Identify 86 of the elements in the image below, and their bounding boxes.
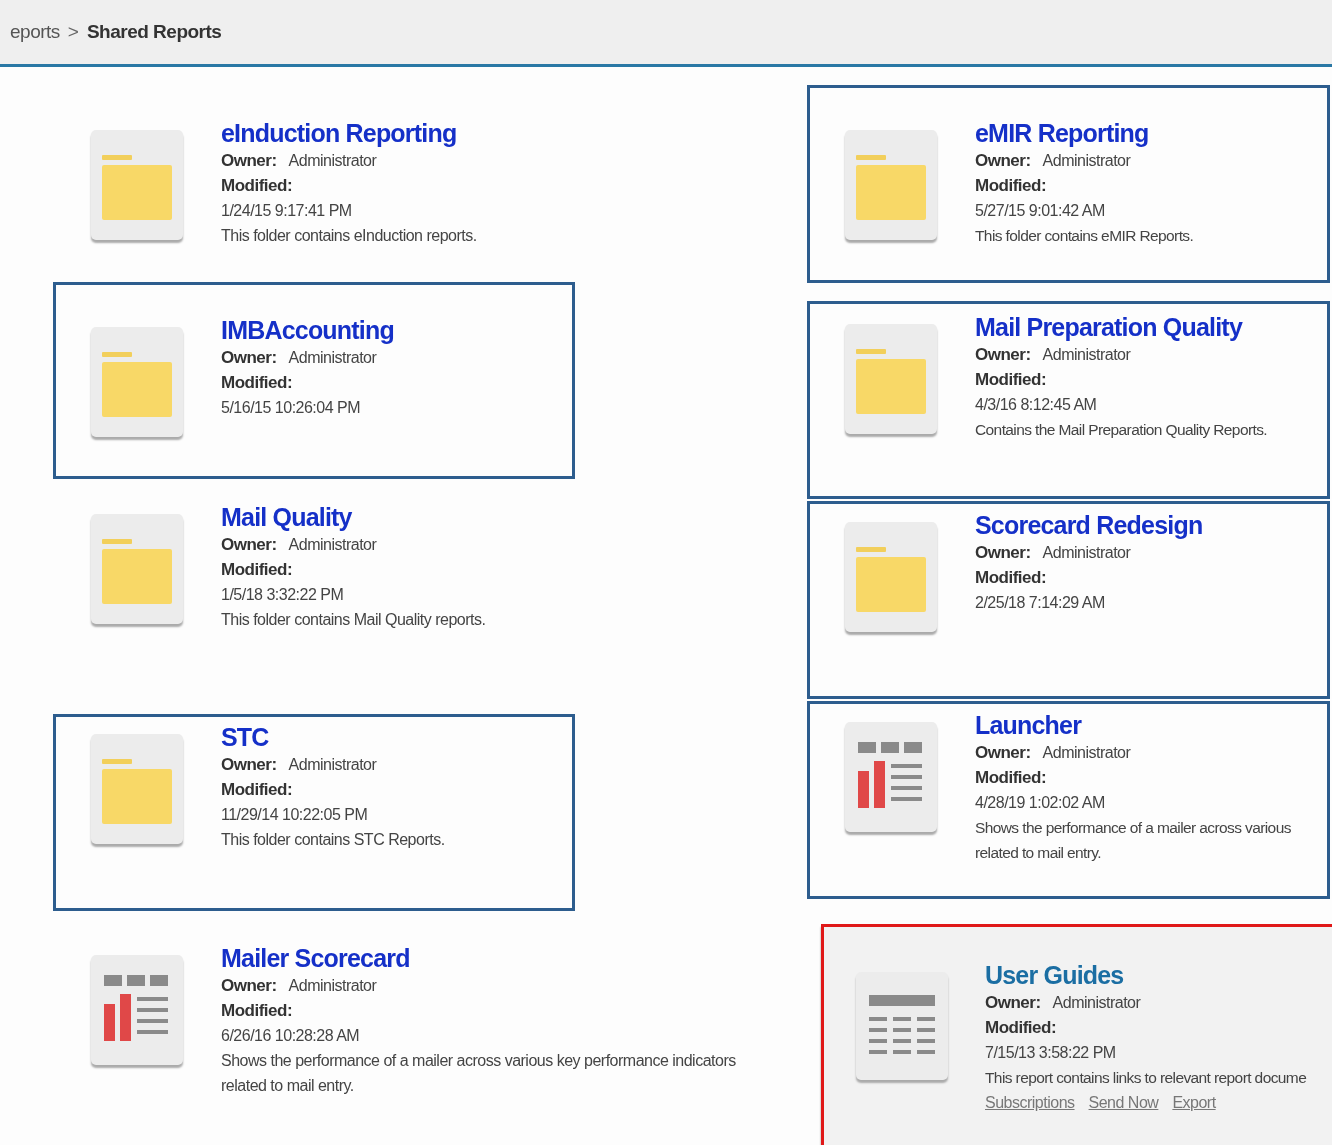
modified-date: 1/5/18 3:32:22 PM <box>221 585 344 605</box>
folder-icon[interactable] <box>845 324 937 434</box>
modified-date: 2/25/18 7:14:29 AM <box>975 593 1105 613</box>
report-title-link[interactable]: Launcher <box>975 710 1082 740</box>
action-link[interactable]: Export <box>1172 1090 1216 1115</box>
chart-report-icon[interactable] <box>91 955 183 1065</box>
action-link[interactable]: Send Now <box>1088 1090 1159 1115</box>
report-card[interactable]: Scorecard Redesign Owner: Administrator Modified: 2/25/18 7:14:29 AM <box>807 501 1330 699</box>
description-text: related to mail entry. <box>975 843 1102 863</box>
owner-label: Owner: <box>985 992 1041 1014</box>
modified-date: 6/26/16 10:28:28 AM <box>221 1026 360 1046</box>
owner-label: Owner: <box>221 534 277 556</box>
report-card[interactable]: STC Owner: Administrator Modified: 11/29/14 10:22:05 PM This folder contains STC Reports. <box>53 714 575 911</box>
description-text: This folder contains eMIR Reports. <box>975 226 1194 246</box>
modified-label: Modified: <box>221 1000 293 1022</box>
folder-icon[interactable] <box>845 522 937 632</box>
description-text: Contains the Mail Preparation Quality Reports. <box>975 420 1268 440</box>
folder-icon[interactable] <box>91 327 183 437</box>
owner-label: Owner: <box>221 975 277 997</box>
report-title-link[interactable]: eMIR Reporting <box>975 118 1149 148</box>
report-card[interactable]: Mail Preparation Quality Owner: Administrator Modified: 4/3/16 8:12:45 AM Contains the Mail Preparation Quality Reports. <box>807 301 1330 499</box>
description-text: This report contains links to relevant report docume <box>985 1068 1307 1088</box>
modified-label: Modified: <box>221 372 293 394</box>
folder-icon[interactable] <box>91 514 183 624</box>
report-title-link[interactable]: eInduction Reporting <box>221 118 457 148</box>
modified-label: Modified: <box>221 559 293 581</box>
report-title-link[interactable]: Scorecard Redesign <box>975 510 1203 540</box>
modified-label: Modified: <box>221 175 293 197</box>
owner-label: Owner: <box>221 347 277 369</box>
modified-date: 11/29/14 10:22:05 PM <box>221 805 368 825</box>
owner-name: Administrator <box>288 348 377 368</box>
report-title-link[interactable]: STC <box>221 722 269 752</box>
folder-icon[interactable] <box>91 130 183 240</box>
report-card[interactable]: User Guides Owner: Administrator Modified: 7/15/13 3:58:22 PM This report contains links to relevant report docume Subscriptions Send Now Export <box>821 924 1332 1145</box>
description-text: Shows the performance of a mailer across various <box>975 818 1291 838</box>
owner-name: Administrator <box>1042 151 1131 171</box>
breadcrumb-link[interactable]: Shared Reports <box>86 21 222 43</box>
description-text: This folder contains Mail Quality reports. <box>221 610 486 630</box>
action-link[interactable]: Subscriptions <box>985 1090 1075 1115</box>
modified-date: 4/3/16 8:12:45 AM <box>975 395 1097 415</box>
owner-label: Owner: <box>975 344 1031 366</box>
description-text: This folder contains eInduction reports. <box>221 226 477 246</box>
description-text: related to mail entry. <box>221 1076 354 1096</box>
owner-name: Administrator <box>1042 743 1131 763</box>
folder-icon[interactable] <box>91 734 183 844</box>
report-title-link[interactable]: Mailer Scorecard <box>221 943 410 973</box>
modified-label: Modified: <box>975 767 1047 789</box>
folder-icon[interactable] <box>845 130 937 240</box>
report-title-link[interactable]: User Guides <box>985 960 1124 990</box>
report-card[interactable]: eMIR Reporting Owner: Administrator Modified: 5/27/15 9:01:42 AM This folder contains eMIR Reports. <box>807 85 1330 283</box>
breadcrumb-link[interactable]: eports <box>10 21 60 43</box>
owner-name: Administrator <box>1052 993 1141 1013</box>
modified-label: Modified: <box>975 369 1047 391</box>
owner-label: Owner: <box>975 150 1031 172</box>
report-card[interactable]: eInduction Reporting Owner: Administrator Modified: 1/24/15 9:17:41 PM This folder contains eInduction reports. <box>53 85 575 282</box>
modified-date: 5/27/15 9:01:42 AM <box>975 201 1105 221</box>
owner-name: Administrator <box>1042 345 1131 365</box>
report-card[interactable]: IMBAccounting Owner: Administrator Modified: 5/16/15 10:26:04 PM <box>53 282 575 479</box>
owner-label: Owner: <box>975 542 1031 564</box>
description-text: Shows the performance of a mailer across various key performance indicators <box>221 1051 736 1071</box>
report-title-link[interactable]: IMBAccounting <box>221 315 394 345</box>
owner-name: Administrator <box>288 755 377 775</box>
owner-label: Owner: <box>221 754 277 776</box>
modified-date: 7/15/13 3:58:22 PM <box>985 1043 1116 1063</box>
owner-name: Administrator <box>288 535 377 555</box>
table-report-icon[interactable] <box>856 972 948 1080</box>
owner-name: Administrator <box>1042 543 1131 563</box>
owner-label: Owner: <box>975 742 1031 764</box>
owner-name: Administrator <box>288 976 377 996</box>
breadcrumb-separator: > <box>67 21 79 43</box>
modified-label: Modified: <box>221 779 293 801</box>
modified-label: Modified: <box>975 175 1047 197</box>
modified-label: Modified: <box>975 567 1047 589</box>
report-card[interactable]: Mailer Scorecard Owner: Administrator Modified: 6/26/16 10:28:28 AM Shows the performance of a mailer across various key performance indicators related to mail entry. <box>53 925 798 1122</box>
owner-name: Administrator <box>288 151 377 171</box>
description-text: This folder contains STC Reports. <box>221 830 445 850</box>
owner-label: Owner: <box>221 150 277 172</box>
report-card[interactable]: Mail Quality Owner: Administrator Modified: 1/5/18 3:32:22 PM This folder contains Mail Quality reports. <box>53 479 575 714</box>
modified-date: 1/24/15 9:17:41 PM <box>221 201 352 221</box>
modified-date: 4/28/19 1:02:02 AM <box>975 793 1105 813</box>
report-card[interactable]: Launcher Owner: Administrator Modified: 4/28/19 1:02:02 AM Shows the performance of a mailer across various related to mail entry. <box>807 701 1330 899</box>
modified-date: 5/16/15 10:26:04 PM <box>221 398 361 418</box>
modified-label: Modified: <box>985 1017 1057 1039</box>
chart-report-icon[interactable] <box>845 722 937 832</box>
report-title-link[interactable]: Mail Quality <box>221 502 352 532</box>
report-title-link[interactable]: Mail Preparation Quality <box>975 312 1242 342</box>
